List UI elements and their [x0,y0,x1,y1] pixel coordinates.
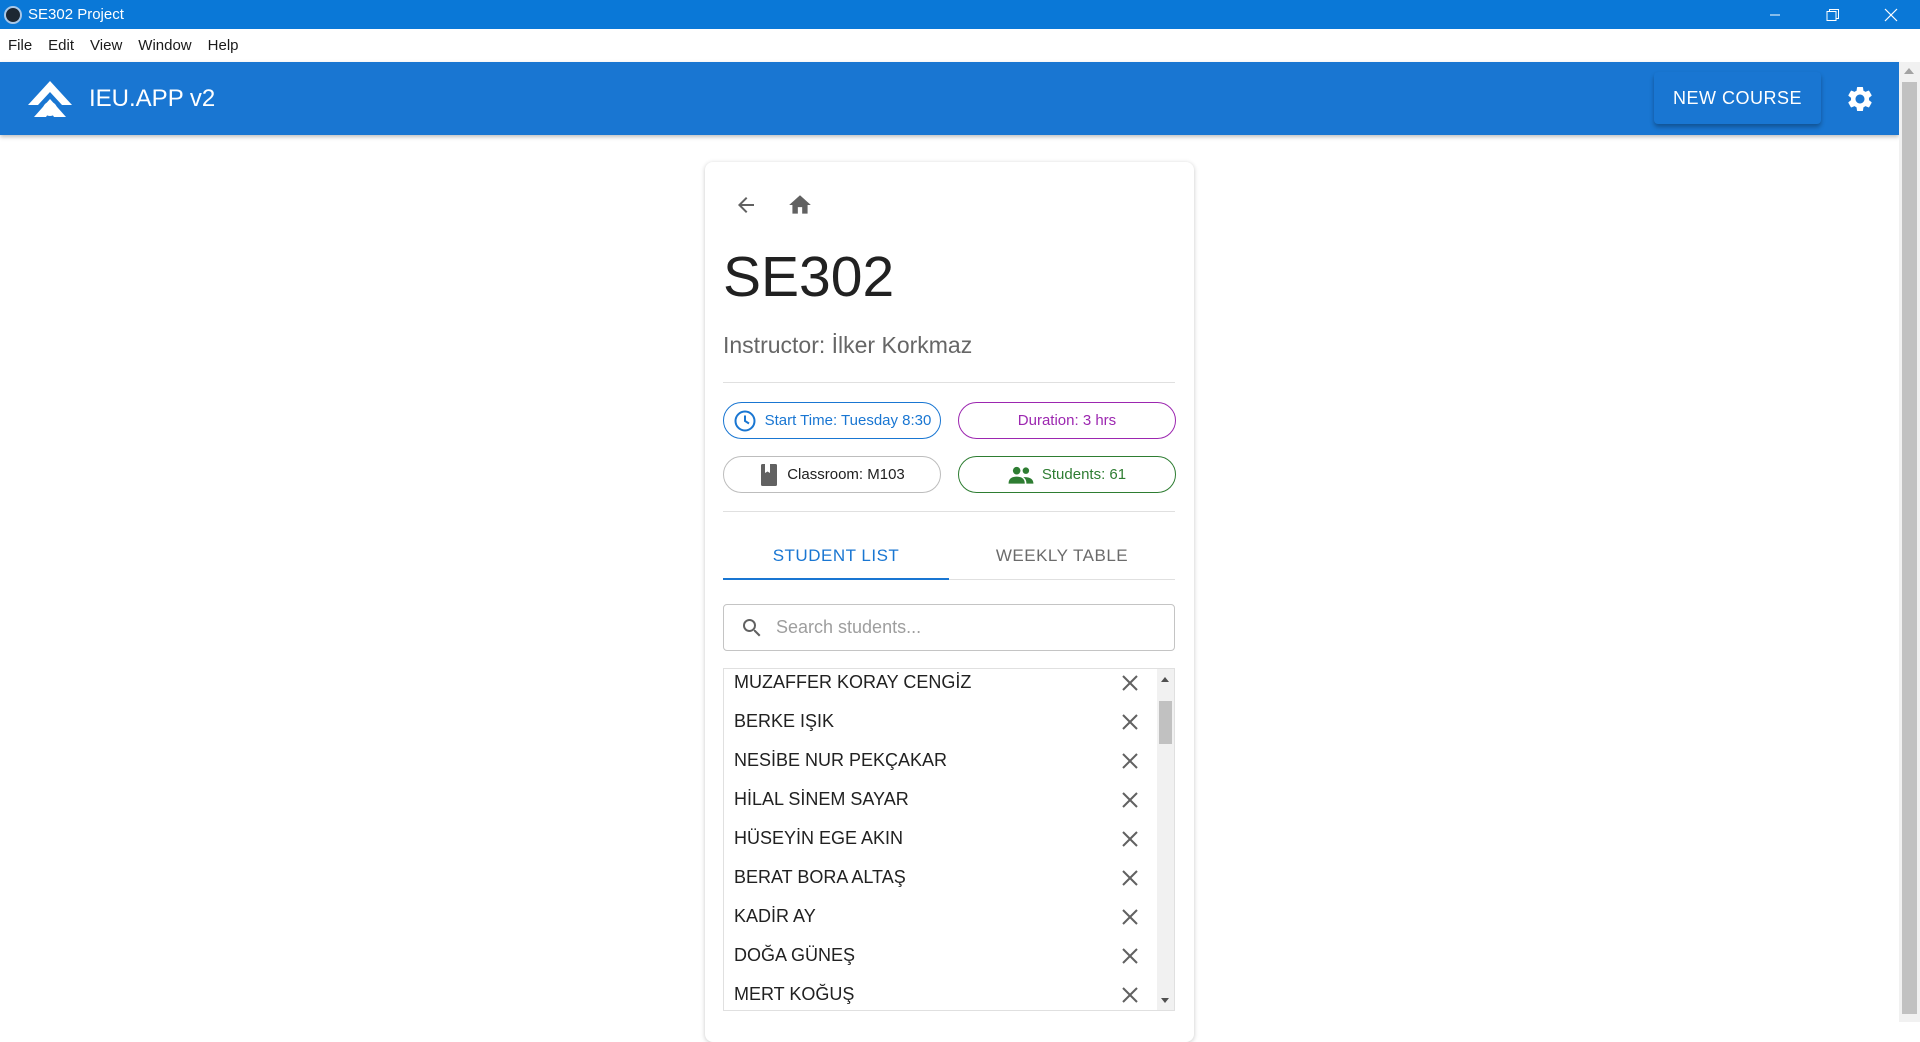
restore-button[interactable] [1804,0,1862,29]
arrow-back-icon [738,197,754,213]
student-list-scrollbar[interactable] [1157,669,1174,1010]
menu-window[interactable]: Window [138,37,191,54]
app-name: IEU.APP v2 [89,84,216,112]
remove-student-button[interactable] [1118,983,1142,1007]
logo-icon[interactable] [26,79,74,119]
list-item: KADİR AY [724,897,1156,936]
menu-file[interactable]: File [8,37,32,54]
student-name: BERAT BORA ALTAŞ [734,867,906,887]
tab-bar: STUDENT LIST WEEKLY TABLE [723,532,1175,580]
card-nav [731,190,815,220]
tab-weekly-table[interactable]: WEEKLY TABLE [949,532,1175,579]
scroll-down-arrow-icon[interactable] [1161,998,1169,1003]
list-item: MUZAFFER KORAY CENGİZ [724,669,1156,702]
classroom-chip: Classroom: M103 [723,456,941,493]
tab-student-list[interactable]: STUDENT LIST [723,532,949,580]
close-icon [1122,752,1138,769]
student-search-box [723,604,1175,651]
page-scrollbar-thumb[interactable] [1902,82,1917,1014]
close-icon [1122,713,1138,730]
clock-icon [734,410,756,431]
student-name: BERKE IŞIK [734,711,835,731]
people-icon [1008,466,1034,484]
home-icon [789,195,811,214]
close-icon [1122,908,1138,925]
list-item: BERAT BORA ALTAŞ [724,858,1156,897]
menu-help[interactable]: Help [208,37,239,54]
duration-label: Duration: 3 hrs [1017,412,1117,429]
minimize-icon [1770,14,1780,15]
student-name: HÜSEYİN EGE AKIN [734,828,904,848]
classroom-label: Classroom: M103 [787,466,905,483]
app-icon [4,5,22,24]
remove-student-button[interactable] [1118,944,1142,968]
student-list-scrollbar-thumb[interactable] [1159,701,1172,744]
divider [723,511,1175,512]
list-item: NESİBE NUR PEKÇAKAR [724,741,1156,780]
app-bar: IEU.APP v2 NEW COURSE [0,62,1899,135]
course-card: SE302 Instructor: İlker Korkmaz Start Ti… [705,162,1194,1042]
remove-student-button[interactable] [1118,905,1142,929]
student-name: NESİBE NUR PEKÇAKAR [734,750,948,770]
remove-student-button[interactable] [1118,866,1142,890]
page-scrollbar[interactable] [1899,62,1920,1022]
scroll-up-arrow-icon[interactable] [1161,677,1169,682]
start-time-chip: Start Time: Tuesday 8:30 [723,402,941,439]
list-item: HÜSEYİN EGE AKIN [724,819,1156,858]
close-window-button[interactable] [1862,0,1920,29]
restore-icon [1826,8,1839,21]
student-name: DOĞA GÜNEŞ [734,945,856,965]
minimize-button[interactable] [1746,0,1804,29]
settings-gear-icon[interactable] [1845,84,1875,114]
students-chip: Students: 61 [958,456,1176,493]
list-item: MERT KOĞUŞ [724,975,1156,1010]
student-list: MUZAFFER KORAY CENGİZ BERKE IŞIK NESİBE … [723,668,1175,1011]
student-name: MUZAFFER KORAY CENGİZ [734,672,972,692]
list-item: BERKE IŞIK [724,702,1156,741]
close-icon [1122,791,1138,808]
menu-view[interactable]: View [90,37,122,54]
window-controls [1746,0,1920,29]
remove-student-button[interactable] [1118,788,1142,812]
course-code: SE302 [723,245,895,309]
remove-student-button[interactable] [1118,671,1142,695]
back-button[interactable] [731,190,761,220]
start-time-label: Start Time: Tuesday 8:30 [764,412,932,429]
close-icon [1122,947,1138,964]
window-titlebar: SE302 Project [0,0,1920,29]
list-item: HİLAL SİNEM SAYAR [724,780,1156,819]
menu-edit[interactable]: Edit [48,37,74,54]
student-name: HİLAL SİNEM SAYAR [734,789,909,809]
remove-student-button[interactable] [1118,710,1142,734]
menu-bar: File Edit View Window Help [0,29,1920,62]
instructor-name: Instructor: İlker Korkmaz [723,332,973,358]
scroll-up-arrow-icon[interactable] [1904,68,1914,74]
book-icon [761,463,778,486]
remove-student-button[interactable] [1118,749,1142,773]
student-name: KADİR AY [734,906,816,926]
divider [723,382,1175,383]
list-item: DOĞA GÜNEŞ [724,936,1156,975]
remove-student-button[interactable] [1118,827,1142,851]
home-button[interactable] [785,190,815,220]
search-input[interactable] [776,617,1156,638]
close-icon [1122,674,1138,691]
students-count-label: Students: 61 [1041,466,1127,483]
close-icon [1884,8,1898,21]
new-course-button[interactable]: NEW COURSE [1653,72,1821,124]
student-name: MERT KOĞUŞ [734,984,855,1004]
window-title: SE302 Project [28,6,124,23]
duration-chip: Duration: 3 hrs [958,402,1176,439]
close-icon [1122,986,1138,1003]
close-icon [1122,830,1138,847]
search-icon [743,618,761,636]
close-icon [1122,869,1138,886]
